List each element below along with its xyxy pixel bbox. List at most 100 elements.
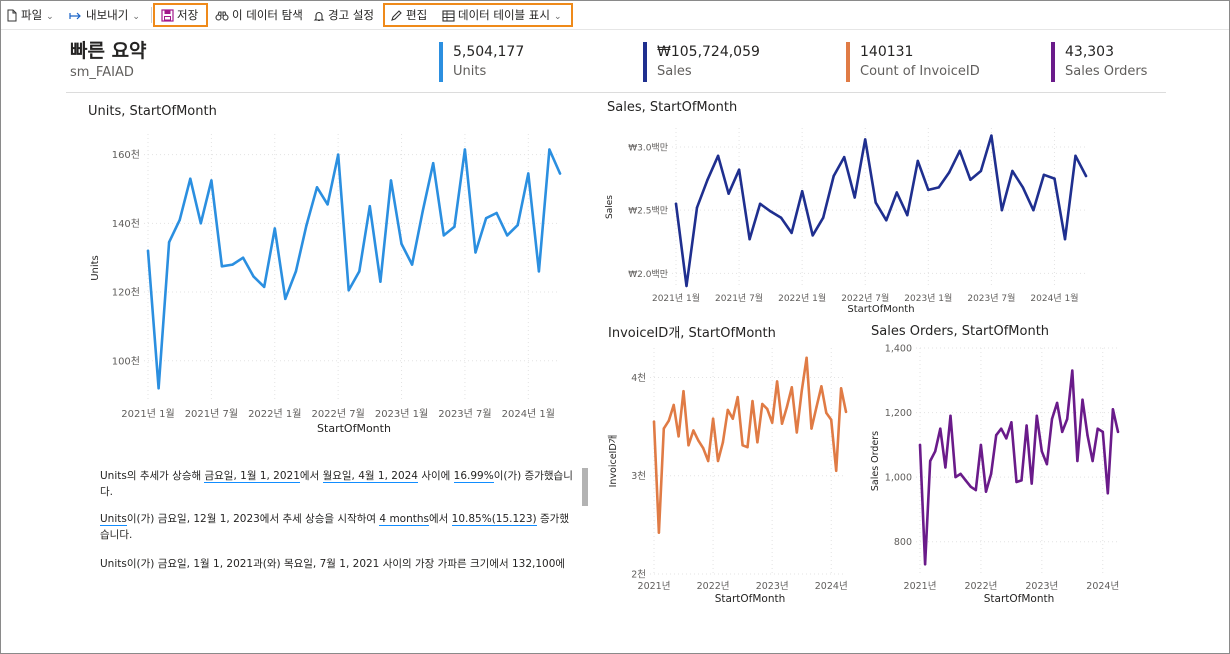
data-point bbox=[844, 410, 848, 414]
data-point bbox=[146, 249, 150, 252]
data-point bbox=[347, 289, 350, 292]
units-chart-title: Units, StartOfMonth bbox=[88, 104, 217, 119]
data-point bbox=[775, 380, 779, 383]
data-point bbox=[766, 407, 769, 411]
data-point bbox=[790, 386, 793, 389]
narrative-text: Units의 추세가 상승해 bbox=[100, 470, 205, 482]
file-menu[interactable]: 파일 ⌄ bbox=[6, 6, 54, 24]
data-point bbox=[795, 431, 798, 434]
data-point bbox=[937, 186, 940, 189]
data-point bbox=[853, 196, 856, 199]
narrative-text: 에서 bbox=[429, 513, 452, 525]
data-point bbox=[741, 444, 744, 447]
narrative-text: 사이에 bbox=[418, 470, 454, 482]
data-point bbox=[707, 459, 710, 463]
data-point bbox=[702, 447, 705, 450]
data-point bbox=[805, 356, 808, 359]
sales-line-chart[interactable]: ₩3.0백만 ₩2.5백만 ₩2.0백만 2021년 1월 2021년 7월 2022년 … bbox=[600, 118, 1100, 318]
y-tick-label: 160천 bbox=[112, 149, 140, 161]
save-highlight-box bbox=[153, 3, 208, 27]
y-tick-label: 1,000 bbox=[885, 473, 912, 484]
x-axis-title: StartOfMonth bbox=[984, 593, 1055, 605]
data-point bbox=[801, 190, 804, 193]
data-point bbox=[974, 488, 977, 492]
narrative-paragraph-2: Units이(가) 금요일, 12월 1, 2023에서 추세 상승을 시작하여… bbox=[100, 511, 578, 543]
data-point bbox=[959, 472, 962, 476]
x-axis-title: StartOfMonth bbox=[847, 304, 914, 315]
narrative-paragraph-3: Units이(가) 금요일, 1월 1, 2021과(와) 목요일, 7월 1,… bbox=[100, 558, 566, 570]
data-point bbox=[1076, 459, 1079, 463]
data-point bbox=[969, 485, 972, 488]
data-point bbox=[1111, 408, 1115, 411]
data-point bbox=[984, 490, 988, 493]
narrative-duration-link: 4 months bbox=[379, 513, 429, 526]
data-point bbox=[918, 443, 922, 447]
x-tick-label: 2021년 bbox=[638, 581, 671, 592]
invoice-chart-title: InvoiceID개, StartOfMonth bbox=[608, 326, 776, 341]
data-point bbox=[800, 390, 803, 393]
data-point bbox=[990, 134, 993, 137]
data-point bbox=[305, 223, 308, 227]
y-tick-label: 2천 bbox=[631, 570, 646, 581]
data-point bbox=[463, 148, 467, 151]
y-axis-title: Units bbox=[90, 255, 101, 281]
data-point bbox=[1000, 427, 1003, 430]
data-point bbox=[756, 441, 759, 444]
data-point bbox=[667, 419, 670, 422]
data-point bbox=[1045, 463, 1049, 466]
data-point bbox=[527, 172, 530, 175]
data-point bbox=[1074, 154, 1077, 157]
data-point bbox=[157, 387, 160, 390]
data-point bbox=[1000, 209, 1004, 212]
export-menu[interactable]: 내보내기 ⌄ bbox=[69, 6, 140, 24]
data-point bbox=[294, 270, 298, 273]
orders-line-chart[interactable]: 1,400 1,200 1,000 800 2021년 2022년 2023년 2024년 St… bbox=[864, 340, 1126, 608]
x-tick-label: 2021년 bbox=[904, 581, 937, 592]
y-axis-title: InvoiceID개 bbox=[608, 435, 619, 488]
data-point bbox=[721, 441, 725, 444]
data-point bbox=[736, 395, 739, 399]
x-tick-label: 2021년 1월 bbox=[121, 408, 174, 420]
data-point bbox=[785, 405, 789, 409]
data-point bbox=[1035, 414, 1038, 417]
data-point bbox=[822, 216, 825, 219]
data-point bbox=[811, 234, 814, 237]
series-line-units bbox=[146, 148, 562, 390]
data-point bbox=[1042, 173, 1046, 176]
data-point bbox=[916, 159, 919, 163]
y-tick-label: 140천 bbox=[112, 218, 140, 230]
data-point bbox=[1066, 417, 1069, 421]
data-point bbox=[706, 178, 709, 181]
narrative-date-link: 월요일, 4월 1, 2024 bbox=[322, 470, 418, 483]
data-point bbox=[949, 414, 952, 417]
narrative-scrollbar[interactable] bbox=[582, 468, 588, 506]
x-tick-label: 2023년 bbox=[1025, 581, 1058, 592]
explore-data-button[interactable]: 이 데이터 탐색 bbox=[215, 6, 303, 24]
data-point bbox=[178, 218, 181, 222]
data-point bbox=[231, 263, 234, 266]
data-point bbox=[273, 227, 276, 230]
data-point bbox=[839, 387, 843, 390]
series-line-orders bbox=[918, 369, 1120, 566]
data-point bbox=[210, 179, 213, 182]
data-point bbox=[252, 275, 255, 278]
toolbar-divider bbox=[151, 7, 152, 23]
kpi-orders-bar bbox=[1051, 42, 1055, 82]
data-point bbox=[948, 171, 951, 174]
data-point bbox=[558, 172, 562, 175]
data-point bbox=[1015, 480, 1018, 484]
x-tick-label: 2022년 7월 bbox=[311, 408, 364, 420]
units-line-chart[interactable]: 160천 140천 120천 100천 2021년 1월 2021년 7월 2022년 1월… bbox=[80, 124, 580, 440]
data-point bbox=[315, 186, 319, 189]
data-point bbox=[516, 223, 519, 227]
data-point bbox=[1025, 424, 1028, 427]
data-point bbox=[944, 466, 947, 469]
data-point bbox=[864, 138, 867, 141]
narrative-date-link: 금요일, 1월 1, 2021 bbox=[204, 470, 300, 483]
data-point bbox=[923, 563, 927, 566]
export-arrow-icon bbox=[69, 12, 81, 19]
data-point bbox=[687, 444, 690, 447]
invoice-line-chart[interactable]: 4천 3천 2천2021년 2022년 2023년 2024년 StartOfMonth In… bbox=[600, 340, 852, 608]
set-alert-button[interactable]: 경고 설정 bbox=[313, 6, 374, 24]
data-point bbox=[711, 417, 715, 420]
